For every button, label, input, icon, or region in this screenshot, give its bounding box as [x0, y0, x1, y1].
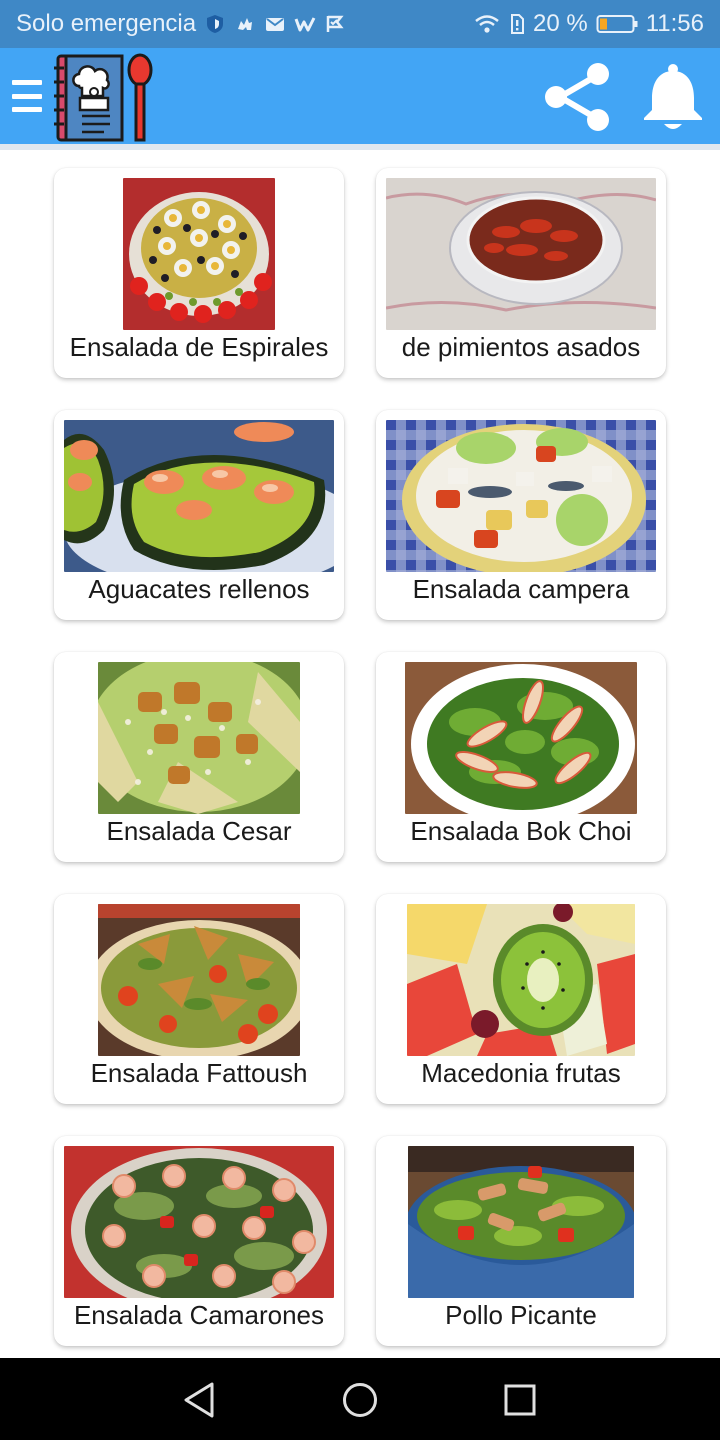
check-flag-icon [326, 15, 344, 32]
roasted-peppers-bowl-photo [386, 178, 656, 330]
fruit-salad-photo [407, 904, 635, 1056]
recipe-card[interactable]: Aguacates rellenos [54, 410, 344, 620]
status-bar: Solo emergencia 20 % 11:56 [0, 0, 720, 48]
shield-icon [207, 15, 224, 33]
recipe-card[interactable]: Pollo Picante [376, 1136, 666, 1346]
spicy-chicken-salad-photo [408, 1146, 634, 1298]
stuffed-avocados-photo [64, 420, 334, 572]
app-notification-icon [238, 18, 253, 30]
recipe-title: Ensalada Camarones [73, 1300, 325, 1330]
fattoush-salad-photo [98, 904, 300, 1056]
recipe-list[interactable]: Ensalada de Espirales de pimientos asado… [0, 150, 720, 1358]
recipe-card[interactable]: Ensalada de Espirales [54, 168, 344, 378]
recipe-card[interactable]: Ensalada Bok Choi [376, 652, 666, 862]
hamburger-menu-icon[interactable] [12, 78, 42, 114]
caesar-salad-photo [98, 662, 300, 814]
carrier-text: Solo emergencia [16, 10, 197, 37]
recipe-title: Ensalada Bok Choi [410, 816, 632, 846]
spiral-pasta-salad-photo [123, 178, 275, 330]
back-triangle-icon[interactable] [178, 1378, 222, 1422]
battery-percent: 20 % [533, 10, 588, 37]
notification-bell-icon[interactable] [638, 60, 708, 134]
shrimp-salad-photo [64, 1146, 334, 1298]
recents-square-icon[interactable] [498, 1378, 542, 1422]
bok-choy-salad-photo [405, 662, 637, 814]
recipe-book-chef-logo [54, 53, 153, 142]
recipe-card[interactable]: Ensalada Camarones [54, 1136, 344, 1346]
recipe-title: Ensalada de Espirales [69, 332, 329, 362]
recipe-card[interactable]: Ensalada Fattoush [54, 894, 344, 1104]
sim-icon [511, 14, 525, 34]
recipe-card[interactable]: Ensalada campera [376, 410, 666, 620]
wifi-icon [475, 15, 499, 33]
clock: 11:56 [645, 10, 704, 37]
recipe-card[interactable]: Macedonia frutas [376, 894, 666, 1104]
recipe-title: Aguacates rellenos [88, 574, 310, 604]
recipe-title: Macedonia frutas [421, 1058, 621, 1088]
share-icon[interactable] [540, 60, 614, 134]
system-nav-bar [0, 1358, 720, 1440]
home-circle-icon[interactable] [338, 1378, 382, 1422]
battery-icon [596, 15, 638, 33]
recipe-card[interactable]: Ensalada Cesar [54, 652, 344, 862]
recipe-title: Ensalada campera [412, 574, 630, 604]
mail-icon [266, 18, 285, 31]
recipe-title: Pollo Picante [445, 1300, 597, 1330]
app-bar [0, 48, 720, 144]
recipe-title: Ensalada Cesar [106, 816, 292, 846]
country-salad-photo [386, 420, 656, 572]
recipe-title: Ensalada Fattoush [90, 1058, 308, 1088]
recipe-title: de pimientos asados [401, 332, 641, 362]
w-app-icon [294, 17, 316, 32]
recipe-card[interactable]: de pimientos asados [376, 168, 666, 378]
